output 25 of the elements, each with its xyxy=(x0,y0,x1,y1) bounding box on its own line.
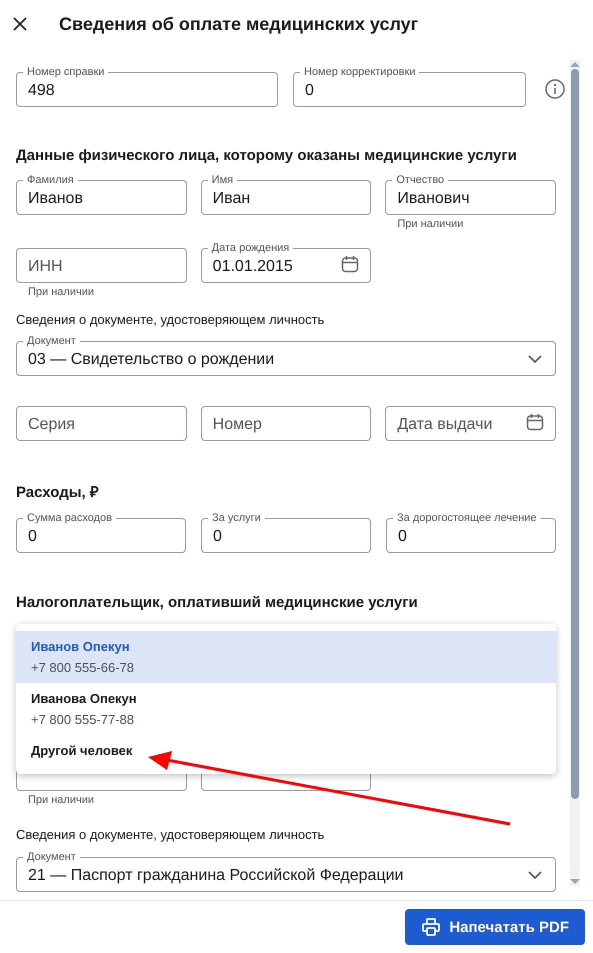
window-title: Сведения об оплате медицинских услуг xyxy=(59,14,418,34)
field-label: Отчество xyxy=(392,174,448,186)
section-heading: Налогоплательщик, оплативший медицинские услуги xyxy=(16,594,419,611)
option-name: Другой человек xyxy=(31,743,134,758)
option-phone: +7 800 555-77-88 xyxy=(31,712,136,727)
field-label: Номер справки xyxy=(23,66,108,78)
section-caption: Сведения о документе, удостоверяющем личность xyxy=(16,312,326,327)
section-caption: Сведения о документе, удостоверяющем личность xyxy=(16,827,326,842)
field-label: Имя xyxy=(208,174,238,186)
helper-text: При наличии xyxy=(27,794,95,806)
field-label: За услуги xyxy=(208,512,265,524)
field-label: За дорогостоящее лечение xyxy=(393,512,541,524)
field-label: Документ xyxy=(23,851,80,863)
helper-text: При наличии xyxy=(27,286,95,298)
option-phone: +7 800 555-66-78 xyxy=(31,660,136,675)
field-label: Дата рождения xyxy=(208,242,294,254)
option-name: Иванова Опекун xyxy=(31,691,138,706)
field-label: Номер корректировки xyxy=(300,66,420,78)
section-heading: Данные физического лица, которому оказаны медицинские услуги xyxy=(16,147,518,164)
option-name: Иванов Опекун xyxy=(31,639,131,654)
section-heading: Расходы, ₽ xyxy=(16,483,100,501)
field-label: Сумма расходов xyxy=(23,512,116,524)
helper-text: При наличии xyxy=(396,218,464,230)
field-label: Документ xyxy=(23,335,80,347)
field-label: Фамилия xyxy=(23,174,78,186)
